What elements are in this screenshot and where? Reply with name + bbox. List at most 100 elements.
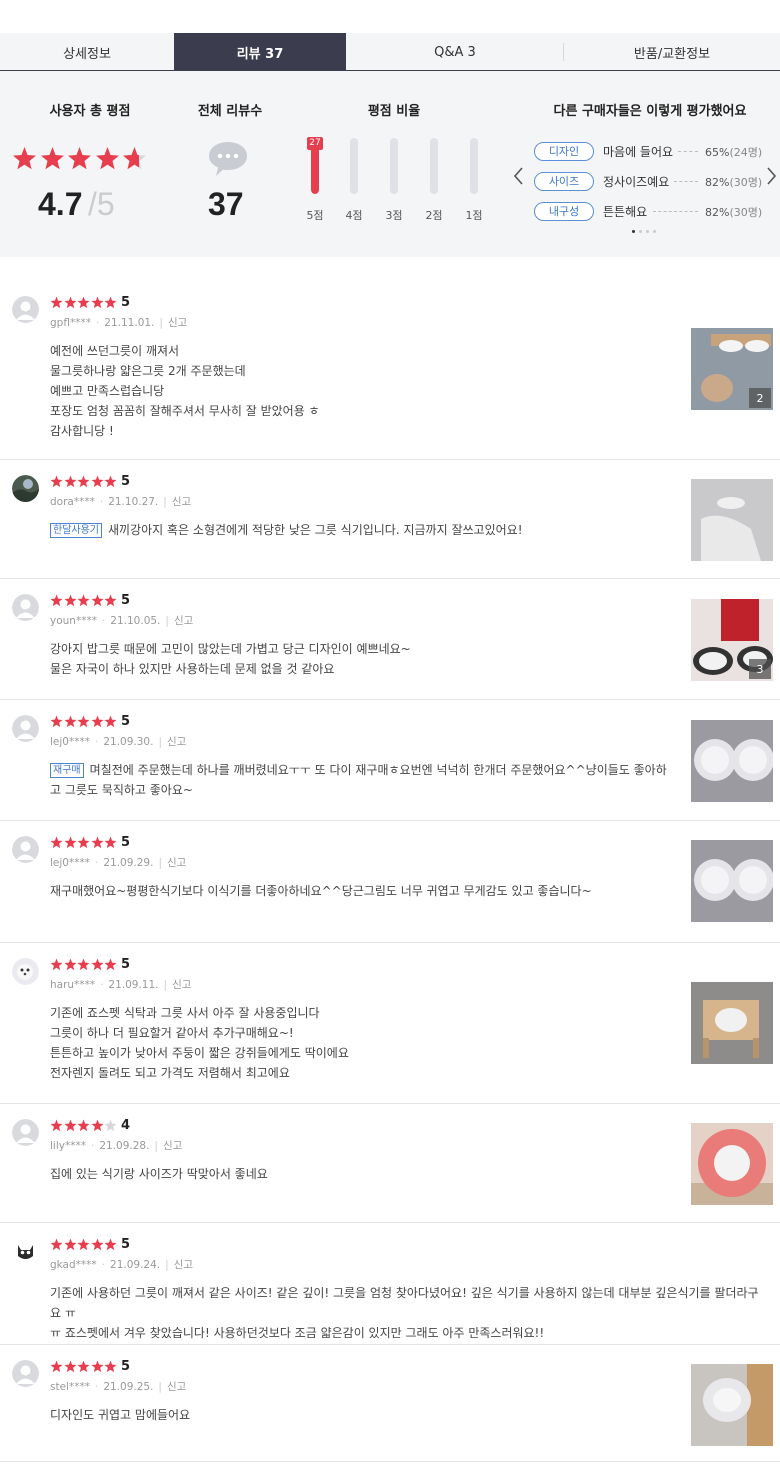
star-icon [50, 296, 63, 309]
review-date: 21.11.01. [104, 317, 155, 329]
review-stars [50, 296, 118, 309]
star-icon [104, 296, 117, 309]
review-text: 며칠전에 주문했는데 하나를 깨버렸네요ㅜㅜ 또 다이 재구매ㅎ요번엔 넉넉히 … [89, 763, 667, 777]
star-icon [104, 1238, 117, 1251]
star-icon [91, 715, 103, 728]
review-text: 전자렌지 돌려도 되고 가격도 저렴해서 최고에요 [50, 1066, 290, 1080]
photo-count-badge: 2 [749, 388, 771, 408]
review-score: 5 [121, 835, 131, 850]
review-item: 5 lej0**** · 21.09.30. | 신고 재구매 며칠전에 주문했는데 하나를 … [0, 701, 780, 821]
review-line: 튼튼하고 높이가 낮아서 주둥이 짧은 강쥐들에게도 딱이에요 [50, 1043, 670, 1063]
report-link[interactable]: 신고 [174, 1259, 193, 1271]
review-line: 재구매했어요~평평한식기보다 이식기를 더좋아하네요^^당근그림도 너무 귀엽고… [50, 881, 670, 901]
report-link[interactable]: 신고 [168, 317, 187, 329]
eval-answer: 정사이즈예요 [603, 174, 670, 189]
star-icon [91, 836, 103, 849]
star-icon [91, 958, 103, 971]
tab-return-exchange[interactable]: 반품/교환정보 [564, 33, 780, 71]
review-line: 강아지 밥그릇 때문에 고민이 많았는데 가볍고 당근 디자인이 예쁘네요~ [50, 639, 670, 659]
report-link[interactable]: 신고 [163, 1140, 182, 1152]
report-link[interactable]: 신고 [167, 1381, 186, 1393]
review-user: dora**** [50, 496, 95, 508]
star-icon [123, 147, 146, 170]
star-icon [64, 1360, 76, 1373]
review-line: 기존에 사용하던 그릇이 깨져서 같은 사이즈! 같은 깊이! 그릇을 엄청 찾… [50, 1283, 760, 1323]
review-body: 디자인도 귀엽고 맘에들어요 [50, 1405, 670, 1425]
review-photo[interactable] [691, 479, 773, 561]
review-text: 예쁘고 만족스럽습니당 [50, 384, 165, 398]
review-line: 포장도 엄청 꼼꼼히 잘해주셔서 무사히 잘 받았어용 ㅎ [50, 401, 670, 421]
review-photo[interactable] [691, 840, 773, 922]
review-body: 재구매 며칠전에 주문했는데 하나를 깨버렸네요ㅜㅜ 또 다이 재구매ㅎ요번엔 넉… [50, 760, 670, 800]
review-text: 새끼강아지 혹은 소형견에게 적당한 낮은 그릇 식기입니다. 지금까지 잘쓰고… [108, 523, 523, 537]
report-link[interactable]: 신고 [174, 615, 193, 627]
star-icon [64, 715, 76, 728]
star-icon [91, 1238, 103, 1251]
review-body: 집에 있는 식기랑 사이즈가 딱맞아서 좋네요 [50, 1164, 670, 1184]
review-meta: lily**** · 21.09.28. | 신고 [50, 1140, 183, 1152]
eval-row: 디자인 마음에 들어요 [534, 141, 673, 161]
review-line: 디자인도 귀엽고 맘에들어요 [50, 1405, 670, 1425]
review-photo[interactable] [691, 1364, 773, 1446]
review-photo[interactable] [691, 1123, 773, 1205]
review-tag: 한달사용기 [50, 523, 102, 538]
review-user: haru**** [50, 979, 96, 991]
chevron-right-icon[interactable] [766, 166, 778, 186]
review-body: 기존에 사용하던 그릇이 깨져서 같은 사이즈! 같은 깊이! 그릇을 엄청 찾… [50, 1283, 760, 1343]
review-text: 물그릇하나랑 얇은그릇 2개 주문했는데 [50, 364, 246, 378]
review-body: 한달사용기 새끼강아지 혹은 소형견에게 적당한 낮은 그릇 식기입니다. 지금까… [50, 520, 670, 540]
review-photo[interactable] [691, 982, 773, 1064]
review-meta: lej0**** · 21.09.29. | 신고 [50, 857, 187, 869]
review-meta: dora**** · 21.10.27. | 신고 [50, 496, 192, 508]
review-photo[interactable] [691, 720, 773, 802]
star-icon [50, 1238, 63, 1251]
review-score: 5 [121, 474, 131, 489]
eval-percent: 65%(24명) [705, 146, 763, 159]
report-link[interactable]: 신고 [172, 496, 191, 508]
review-item: 5 youn**** · 21.10.05. | 신고 강아지 밥그릇 때문에 고민이 많았… [0, 580, 780, 700]
carousel-dot[interactable] [646, 230, 649, 233]
report-link[interactable]: 신고 [167, 857, 186, 869]
rating-bar [430, 138, 438, 194]
rating-bar-label: 4점 [345, 209, 363, 222]
avatar [12, 1360, 39, 1387]
tab-reviews[interactable]: 리뷰 37 [174, 33, 346, 71]
avatar [12, 296, 39, 323]
carousel-dots [632, 230, 656, 233]
carousel-dot[interactable] [632, 230, 635, 233]
star-icon [91, 1119, 103, 1132]
max-score: /5 [88, 186, 115, 222]
chevron-left-icon[interactable] [512, 166, 524, 186]
eval-tag: 내구성 [534, 201, 594, 221]
review-text: 물은 자국이 하나 있지만 사용하는데 문제 없을 것 같아요 [50, 662, 335, 676]
review-text: 기존에 사용하던 그릇이 깨져서 같은 사이즈! 같은 깊이! 그릇을 엄청 찾… [50, 1286, 759, 1320]
star-icon [91, 296, 103, 309]
review-score: 5 [121, 714, 131, 729]
tab-detail[interactable]: 상세정보 [0, 33, 174, 71]
carousel-dot[interactable] [639, 230, 642, 233]
review-text: 감사합니당 ! [50, 424, 114, 438]
report-link[interactable]: 신고 [167, 736, 186, 748]
review-line: 예쁘고 만족스럽습니당 [50, 381, 670, 401]
review-page: 상세정보 리뷰 37 Q&A 3 반품/교환정보 사용자 총 평점 전체 리뷰수… [0, 0, 780, 1469]
review-stars [50, 836, 118, 849]
review-line: ㅠ 죠스펫에서 겨우 찾았습니다! 사용하던것보다 조금 얇은감이 있지만 그래… [50, 1323, 760, 1343]
report-link[interactable]: 신고 [172, 979, 191, 991]
tab-qna[interactable]: Q&A 3 [346, 33, 564, 71]
rating-title: 사용자 총 평점 [49, 104, 131, 119]
review-photo[interactable]: 3 [691, 599, 773, 681]
review-photo[interactable]: 2 [691, 328, 773, 410]
avatar [12, 475, 39, 502]
star-icon [64, 1119, 76, 1132]
review-item: 5 haru**** · 21.09.11. | 신고 기존에 죠스펫 식탁과 그릇 사서 … [0, 944, 780, 1104]
rating-bar-count: 27 [307, 137, 323, 150]
review-text: 기존에 죠스펫 식탁과 그릇 사서 아주 잘 사용중입니다 [50, 1006, 320, 1020]
review-body: 재구매했어요~평평한식기보다 이식기를 더좋아하네요^^당근그림도 너무 귀엽고… [50, 881, 670, 901]
star-icon [77, 715, 90, 728]
carousel-dot[interactable] [653, 230, 656, 233]
star-icon [50, 715, 63, 728]
star-icon [91, 1360, 103, 1373]
review-item: 5 gpfl**** · 21.11.01. | 신고 예전에 쓰던그릇이 깨져서 물그릇하나… [0, 282, 780, 460]
star-icon [91, 475, 103, 488]
star-icon [104, 958, 117, 971]
